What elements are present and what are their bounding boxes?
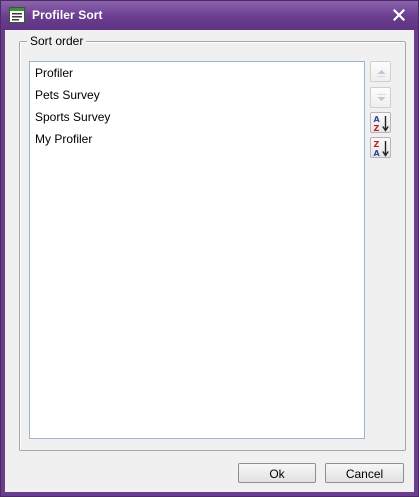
move-up-icon — [377, 70, 386, 77]
svg-text:Z: Z — [374, 140, 380, 149]
move-down-button[interactable] — [370, 87, 391, 108]
list-item[interactable]: Sports Survey — [30, 106, 364, 128]
window-frame-bottom — [1, 492, 418, 496]
sort-descending-button[interactable]: Z A — [370, 137, 391, 158]
sort-z-a-icon: Z A — [374, 140, 389, 158]
profiler-sort-dialog: Profiler Sort Sort order Profiler Pets S… — [0, 0, 419, 497]
sort-order-group: Sort order Profiler Pets Survey Sports S… — [19, 35, 406, 451]
window-frame-right — [414, 30, 418, 496]
ok-button[interactable]: Ok — [238, 463, 316, 483]
svg-text:A: A — [374, 115, 381, 124]
title-bar[interactable]: Profiler Sort — [1, 1, 418, 30]
move-up-button[interactable] — [370, 61, 391, 82]
sort-order-list[interactable]: Profiler Pets Survey Sports Survey My Pr… — [29, 61, 365, 439]
list-item[interactable]: My Profiler — [30, 128, 364, 150]
sort-ascending-button[interactable]: A Z — [370, 112, 391, 133]
svg-text:A: A — [374, 149, 381, 158]
sort-a-z-icon: A Z — [374, 115, 389, 133]
sort-order-legend: Sort order — [27, 35, 87, 48]
cancel-button[interactable]: Cancel — [325, 463, 404, 483]
dialog-title: Profiler Sort — [32, 8, 103, 22]
svg-text:Z: Z — [374, 124, 380, 133]
dialog-body: Sort order Profiler Pets Survey Sports S… — [5, 30, 414, 492]
list-item[interactable]: Profiler — [30, 62, 364, 84]
list-item[interactable]: Pets Survey — [30, 84, 364, 106]
move-down-icon — [377, 94, 386, 101]
close-icon[interactable] — [392, 8, 406, 22]
list-window-icon — [9, 7, 25, 23]
